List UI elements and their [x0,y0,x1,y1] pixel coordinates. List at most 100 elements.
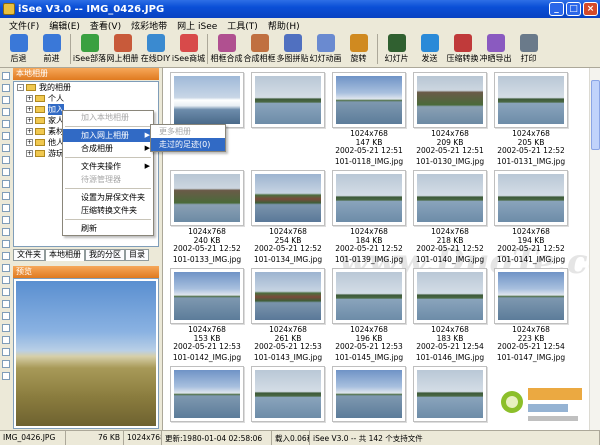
strip-checkbox[interactable] [2,96,10,104]
strip-checkbox[interactable] [2,252,10,260]
toolbar-button-4[interactable]: 在线DIY [139,32,172,66]
context-menu-label: 设置为屏保文件夹 [81,193,145,202]
close-button[interactable]: × [583,2,598,16]
tab-0[interactable]: 文件夹 [13,249,45,261]
strip-checkbox[interactable] [2,192,10,200]
toolbar-button-5[interactable]: iSee商城 [172,32,205,66]
expander-icon[interactable]: + [26,139,33,146]
tab-3[interactable]: 目录 [125,249,149,261]
submenu-item[interactable]: 走过的足迹(0) [151,138,225,151]
thumbnail[interactable] [169,364,245,430]
thumbnail[interactable]: 1024x768 183 KB 2002-05-21 12:54 101-0146_I… [412,266,488,363]
strip-checkbox[interactable] [2,264,10,272]
tab-2[interactable]: 我的分区 [85,249,125,261]
strip-checkbox[interactable] [2,108,10,116]
strip-checkbox[interactable] [2,336,10,344]
minimize-button[interactable]: _ [549,2,564,16]
thumbnail-filename: 101-0141_IMG.jpg [496,254,566,264]
tree-item[interactable]: + 个人 [14,93,158,104]
strip-checkbox[interactable] [2,312,10,320]
menu-item-0[interactable]: 文件(F) [4,18,44,32]
thumbnail[interactable]: 1024x768 240 KB 2002-05-21 12:52 101-0133_I… [169,168,245,265]
expander-icon[interactable]: + [26,106,33,113]
thumbnail[interactable]: 1024x768 205 KB 2002-05-21 12:52 101-0131_I… [493,70,569,167]
toolbar-button-3[interactable]: 网上相册 [106,32,139,66]
status-size: 76 KB [66,431,124,445]
toolbar-button-14[interactable]: 冲晒导出 [479,32,512,66]
context-menu-item[interactable]: 合成相册 ▶ [63,142,153,155]
strip-checkbox[interactable] [2,240,10,248]
toolbar-button-10[interactable]: 旋转 [342,32,375,66]
strip-checkbox[interactable] [2,288,10,296]
thumbnail[interactable]: 1024x768 223 KB 2002-05-21 12:54 101-0147_I… [493,266,569,363]
menu-item-2[interactable]: 查看(V) [85,18,126,32]
strip-checkbox[interactable] [2,372,10,380]
strip-checkbox[interactable] [2,120,10,128]
strip-checkbox[interactable] [2,204,10,212]
expander-icon[interactable]: + [26,95,33,102]
strip-checkbox[interactable] [2,360,10,368]
strip-checkbox[interactable] [2,348,10,356]
context-menu-item[interactable]: 刷新 [63,222,153,235]
toolbar-button-15[interactable]: 打印 [512,32,545,66]
toolbar-button-1[interactable]: 前进 [35,32,68,66]
toolbar-button-0[interactable]: 后退 [2,32,35,66]
toolbar-button-9[interactable]: 幻灯动画 [309,32,342,66]
thumbnail[interactable] [412,364,488,430]
thumbnail[interactable]: 1024x768 147 KB 2002-05-21 12:51 101-0118_I… [331,70,407,167]
strip-checkbox[interactable] [2,84,10,92]
context-menu-item[interactable]: 设置为屏保文件夹 [63,191,153,204]
thumbnail[interactable]: 1024x768 209 KB 2002-05-21 12:51 101-0130_I… [412,70,488,167]
expander-icon[interactable]: + [26,150,33,157]
thumbnail[interactable]: 1024x768 254 KB 2002-05-21 12:52 101-0134_I… [250,168,326,265]
strip-checkbox[interactable] [2,324,10,332]
thumbnail[interactable]: 1024x768 218 KB 2002-05-21 12:52 101-0140_I… [412,168,488,265]
strip-checkbox[interactable] [2,156,10,164]
tab-1[interactable]: 本地相册 [45,249,85,261]
strip-checkbox[interactable] [2,72,10,80]
strip-checkbox[interactable] [2,276,10,284]
menu-item-1[interactable]: 编辑(E) [44,18,85,32]
toolbar-button-7[interactable]: 合成相框 [243,32,276,66]
toolbar-button-12[interactable]: 发送 [413,32,446,66]
thumbnail[interactable]: 1024x768 184 KB 2002-05-21 12:52 101-0139_I… [331,168,407,265]
toolbar-button-2[interactable]: iSee部落 [73,32,106,66]
thumbnail[interactable]: 1024x768 261 KB 2002-05-21 12:53 101-0143_I… [250,266,326,363]
strip-checkbox[interactable] [2,228,10,236]
menu-item-4[interactable]: 网上 iSee [172,18,222,32]
tree-item[interactable]: - 我的相册 [14,82,158,93]
strip-checkbox[interactable] [2,180,10,188]
context-menu-item[interactable]: 压缩转换文件夹 [63,204,153,217]
menu-item-3[interactable]: 炫彩地带 [126,18,172,32]
expander-icon[interactable]: + [26,128,33,135]
context-menu-item[interactable]: 加入网上相册 ▶ [63,129,153,142]
toolbar-button-6[interactable]: 相框合成 [210,32,243,66]
print-export-icon [486,34,505,52]
expander-icon[interactable]: - [17,84,24,91]
vertical-scrollbar[interactable] [589,68,600,430]
toolbar-label: 多图拼贴 [276,54,309,63]
status-file: IMG_0426.JPG [0,431,66,445]
strip-checkbox[interactable] [2,168,10,176]
thumbnail[interactable] [331,364,407,430]
scrollbar-thumb[interactable] [591,80,600,150]
toolbar-button-11[interactable]: 幻灯片 [380,32,413,66]
context-menu-item[interactable]: 文件夹操作 ▶ [63,160,153,173]
menu-item-5[interactable]: 工具(T) [222,18,263,32]
thumbnail[interactable] [250,364,326,430]
thumbnail-frame [170,366,244,422]
thumbnail[interactable] [169,70,245,167]
toolbar-button-8[interactable]: 多图拼贴 [276,32,309,66]
expander-icon[interactable]: + [26,117,33,124]
menu-item-6[interactable]: 帮助(H) [263,18,305,32]
strip-checkbox[interactable] [2,144,10,152]
toolbar-button-13[interactable]: 压缩转换 [446,32,479,66]
thumbnail[interactable]: 1024x768 196 KB 2002-05-21 12:53 101-0145_I… [331,266,407,363]
maximize-button[interactable]: □ [566,2,581,16]
strip-checkbox[interactable] [2,300,10,308]
thumbnail[interactable]: 1024x768 194 KB 2002-05-21 12:52 101-0141_I… [493,168,569,265]
thumbnail[interactable] [250,70,326,167]
thumbnail[interactable]: 1024x768 153 KB 2002-05-21 12:53 101-0142_I… [169,266,245,363]
strip-checkbox[interactable] [2,216,10,224]
strip-checkbox[interactable] [2,132,10,140]
